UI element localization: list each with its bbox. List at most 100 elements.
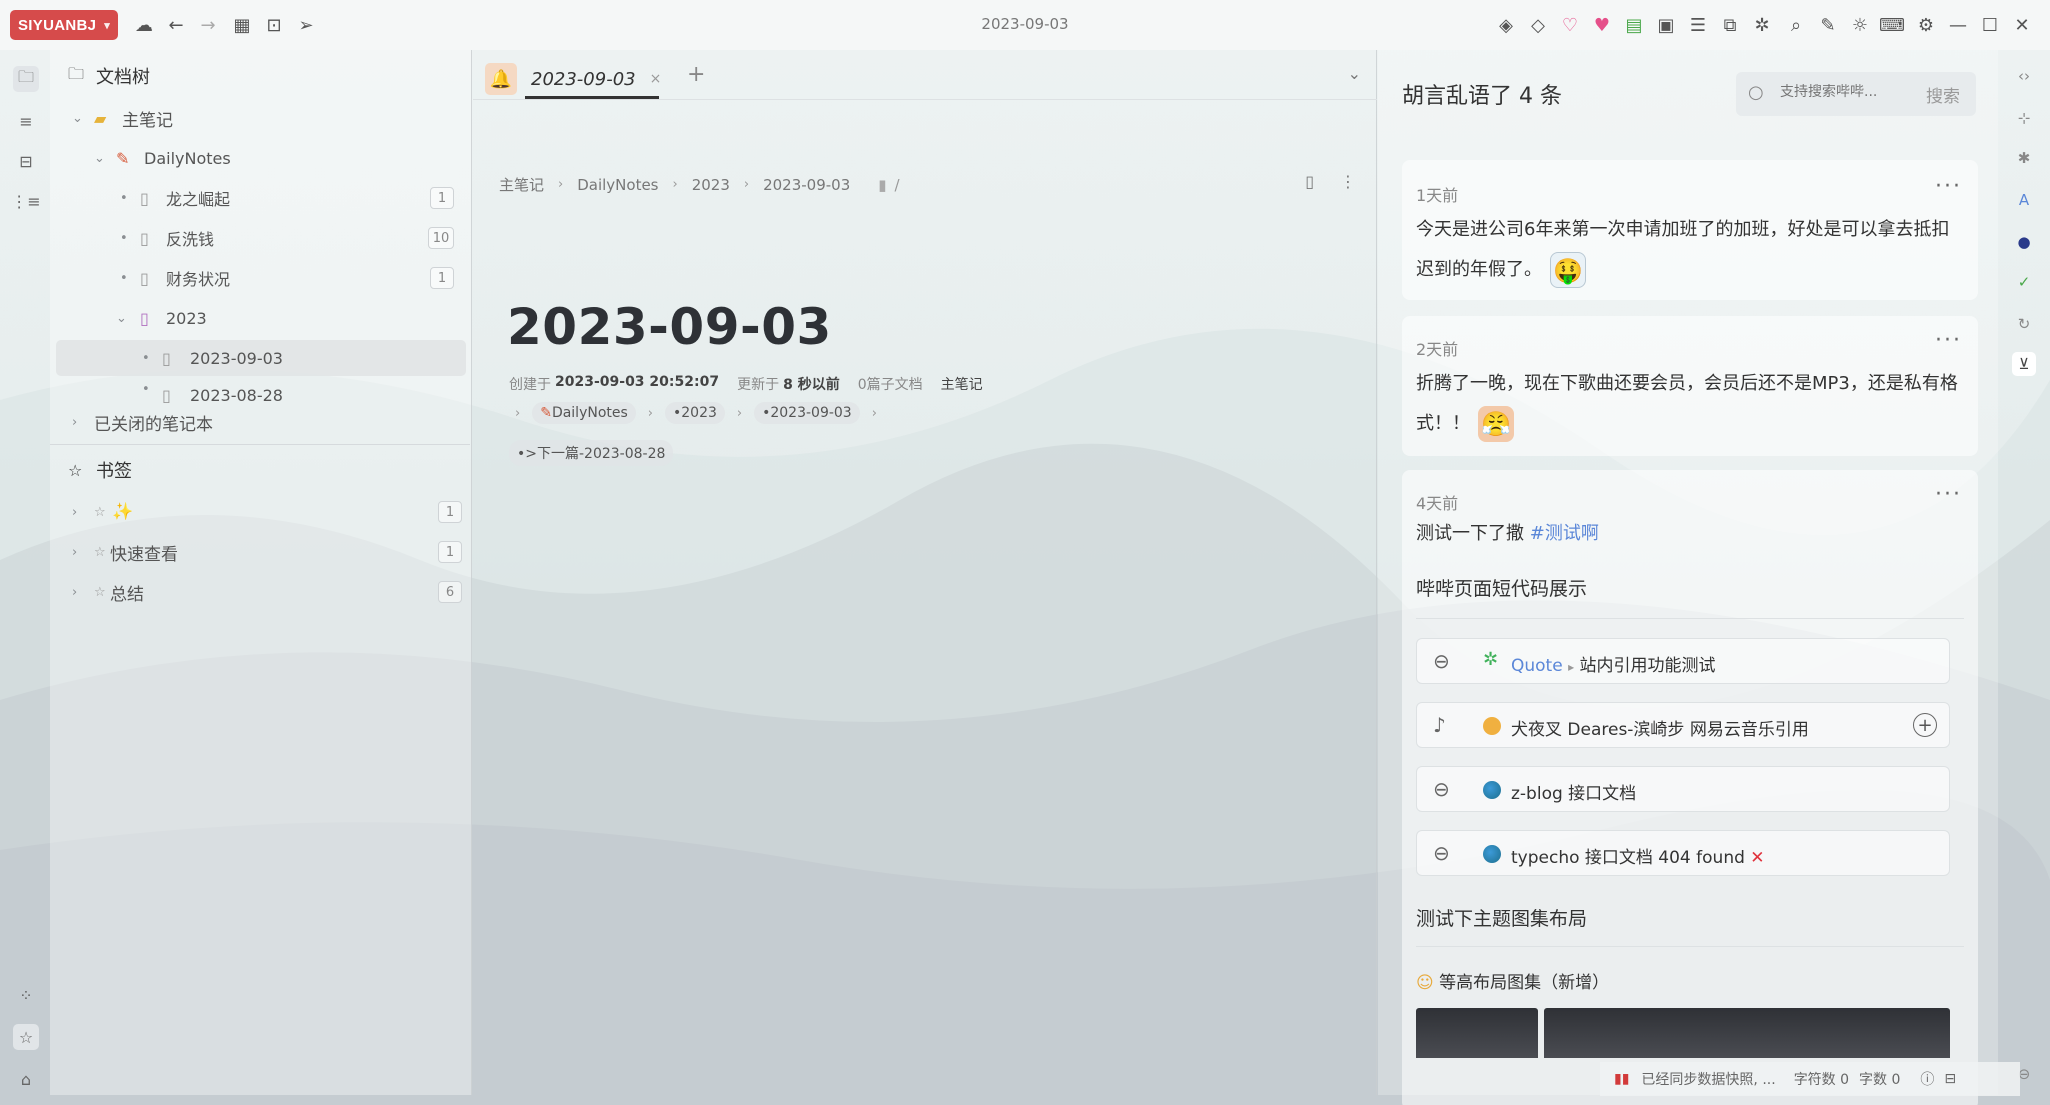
help-icon[interactable]: ⓘ bbox=[1920, 1069, 1934, 1089]
document-icon: ▯ bbox=[140, 228, 149, 248]
inbox-icon[interactable]: ⊟ bbox=[13, 148, 39, 174]
diamond-icon[interactable]: ◈ bbox=[1494, 13, 1518, 37]
calendar-doc-icon: ▯ bbox=[140, 308, 149, 328]
memo-time: 1天前 bbox=[1416, 186, 1459, 205]
chevron-down-icon[interactable]: ⌄ bbox=[116, 311, 127, 326]
check-app-icon[interactable]: ✓ bbox=[2012, 270, 2036, 294]
breadcrumb-item[interactable]: 2023 bbox=[692, 176, 730, 194]
sync-status-icon[interactable]: ▮▮ bbox=[1614, 1071, 1629, 1087]
folder-outline-icon: 🗀 bbox=[68, 63, 85, 83]
search-button[interactable]: 搜索 bbox=[1926, 82, 1960, 107]
minimize-icon[interactable]: — bbox=[1946, 13, 1970, 37]
chevron-right-icon[interactable]: › bbox=[72, 415, 77, 430]
grid-icon[interactable]: ⁘ bbox=[13, 982, 39, 1008]
quote-link[interactable]: ⊖ ✲ Quote ▸ 站内引用功能测试 bbox=[1416, 638, 1950, 684]
bookmark-item[interactable]: › ☆ 总结 6 bbox=[50, 574, 470, 610]
tree-list-icon[interactable]: ⋮≡ bbox=[11, 188, 40, 214]
close-icon[interactable]: × bbox=[650, 71, 662, 87]
more-vertical-icon[interactable]: ⋮ bbox=[1340, 172, 1356, 191]
bookmark-icon[interactable]: ⊡ bbox=[262, 13, 286, 37]
tag-icon[interactable]: ⌂ bbox=[13, 1066, 39, 1092]
memo-tag[interactable]: #测试啊 bbox=[1530, 523, 1599, 544]
memos-icon[interactable]: ⊻ bbox=[2012, 352, 2036, 376]
calendar-icon[interactable]: ▦ bbox=[230, 13, 254, 37]
plus-icon[interactable]: + bbox=[687, 62, 705, 87]
breadcrumb-item[interactable]: 2023-09-03 bbox=[763, 176, 850, 194]
next-doc-chip[interactable]: •>下一篇-2023-08-28 bbox=[509, 440, 674, 466]
maximize-icon[interactable]: ☐ bbox=[1978, 13, 2002, 37]
chevron-right-icon: › bbox=[672, 177, 678, 192]
more-horizontal-icon[interactable]: ··· bbox=[1935, 328, 1962, 353]
external-link-icon[interactable]: ⧉ bbox=[1718, 13, 1742, 37]
breadcrumb-item[interactable]: DailyNotes bbox=[577, 176, 658, 194]
page-title[interactable]: 2023-09-03 bbox=[507, 298, 832, 356]
folder-icon[interactable]: 🗀 bbox=[13, 66, 39, 92]
chevron-right-icon[interactable]: › bbox=[72, 505, 77, 520]
search-icon[interactable]: ⌕ bbox=[1784, 13, 1808, 37]
typecho-link[interactable]: ⊖ typecho 接口文档 404 found ✕ bbox=[1416, 830, 1950, 876]
tree-item[interactable]: • ▯ 反洗钱 10 bbox=[50, 220, 470, 256]
plugin-icon[interactable]: ✲ bbox=[1750, 13, 1774, 37]
closed-notebooks[interactable]: › 已关闭的笔记本 bbox=[50, 404, 470, 440]
heart-icon[interactable]: ♥ bbox=[1590, 13, 1614, 37]
bookmark-item[interactable]: › ☆ 快速查看 1 bbox=[50, 534, 470, 570]
sliders-icon[interactable]: ⚙ bbox=[1914, 13, 1938, 37]
forward-arrow-icon[interactable]: → bbox=[196, 13, 220, 37]
chevron-down-icon[interactable]: ⌄ bbox=[72, 111, 83, 126]
workspace-button[interactable]: SIYUANBJ ▾ bbox=[10, 10, 118, 40]
network-icon[interactable]: ✱ bbox=[2012, 146, 2036, 170]
back-arrow-icon[interactable]: ← bbox=[164, 13, 188, 37]
tree-item[interactable]: • ▯ 龙之崛起 1 bbox=[50, 180, 470, 216]
bookmark-item[interactable]: › ☆ ✨ 1 bbox=[50, 494, 470, 530]
tree-item[interactable]: • ▯ 财务状况 1 bbox=[50, 260, 470, 296]
count-badge: 1 bbox=[438, 501, 462, 523]
star-icon: ☆ bbox=[94, 504, 106, 520]
chevron-right-icon[interactable]: › bbox=[72, 585, 77, 600]
bookmarks-title: 书签 bbox=[96, 461, 132, 482]
circle-app-icon[interactable]: ● bbox=[2012, 230, 2036, 254]
outline-icon[interactable]: ≡ bbox=[13, 108, 39, 134]
puzzle-icon: ✲ bbox=[1483, 649, 1499, 670]
image-icon[interactable]: ▣ bbox=[1654, 13, 1678, 37]
file-icon[interactable]: ▯ bbox=[1305, 172, 1314, 191]
pen-icon[interactable]: ✎ bbox=[1816, 13, 1840, 37]
plus-circle-icon[interactable]: + bbox=[1913, 713, 1937, 737]
code-icon[interactable]: ‹› bbox=[2012, 64, 2036, 88]
more-horizontal-icon[interactable]: ··· bbox=[1935, 174, 1962, 199]
tree-item-dailynotes[interactable]: ⌄ ✎ DailyNotes bbox=[50, 140, 470, 176]
refresh-icon[interactable]: ↻ bbox=[2012, 312, 2036, 336]
app-a-icon[interactable]: A bbox=[2012, 188, 2036, 212]
chevron-down-icon[interactable]: ⌄ bbox=[94, 151, 105, 166]
chevron-down-icon[interactable]: ⌄ bbox=[1348, 64, 1361, 83]
table-icon[interactable]: ▤ bbox=[1622, 13, 1646, 37]
zblog-link[interactable]: ⊖ z-blog 接口文档 bbox=[1416, 766, 1950, 812]
sun-icon[interactable]: ☼ bbox=[1848, 13, 1872, 37]
chip-date[interactable]: •2023-09-03 bbox=[754, 402, 860, 424]
star-bookmark-icon[interactable]: ☆ bbox=[13, 1024, 39, 1050]
graph-icon[interactable]: ⊹ bbox=[2012, 106, 2036, 130]
tab-active[interactable]: 🔔 2023-09-03 × bbox=[485, 58, 665, 100]
send-icon[interactable]: ➢ bbox=[294, 13, 318, 37]
chevron-right-icon[interactable]: › bbox=[72, 545, 77, 560]
chip-2023[interactable]: •2023 bbox=[665, 402, 725, 424]
heart-outline-icon[interactable]: ♡ bbox=[1558, 13, 1582, 37]
tree-item[interactable]: • ▯ 2023-08-28 bbox=[50, 380, 470, 404]
list-icon[interactable]: ☰ bbox=[1686, 13, 1710, 37]
tree-item-2023[interactable]: ⌄ ▯ 2023 bbox=[50, 300, 470, 336]
search-input[interactable] bbox=[1780, 84, 1900, 100]
cloud-sync-icon[interactable]: ☁ bbox=[132, 13, 156, 37]
music-link[interactable]: ♪ 犬夜叉 Deares-滨崎步 网易云音乐引用 + bbox=[1416, 702, 1950, 748]
chevron-right-icon: › bbox=[558, 177, 564, 192]
panel-toggle-icon[interactable]: ⊟ bbox=[1944, 1071, 1956, 1087]
keyboard-icon[interactable]: ⌨ bbox=[1879, 13, 1905, 37]
chip-dailynotes[interactable]: ✎DailyNotes bbox=[532, 402, 636, 424]
tree-item-selected[interactable]: • ▯ 2023-09-03 bbox=[56, 340, 466, 376]
gallery-image[interactable] bbox=[1416, 1008, 1538, 1058]
tree-notebook[interactable]: ⌄ ▰ 主笔记 bbox=[50, 100, 470, 136]
gallery-image[interactable] bbox=[1544, 1008, 1950, 1058]
diamond-outline-icon[interactable]: ◇ bbox=[1526, 13, 1550, 37]
breadcrumb-item[interactable]: 主笔记 bbox=[499, 174, 544, 195]
bullet-icon: • bbox=[120, 190, 128, 206]
close-icon[interactable]: ✕ bbox=[2010, 13, 2034, 37]
more-horizontal-icon[interactable]: ··· bbox=[1935, 482, 1962, 507]
